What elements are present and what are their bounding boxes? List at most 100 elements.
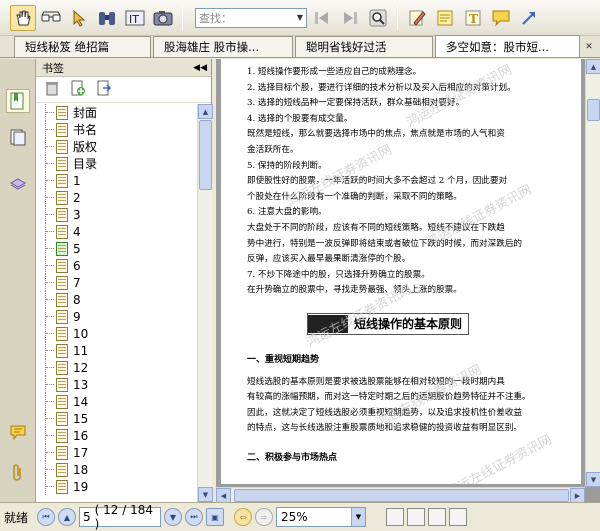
- scroll-up-icon[interactable]: ▲: [586, 59, 600, 74]
- bookmarks-scrollbar[interactable]: ▲ ▼: [197, 104, 213, 502]
- scroll-up-icon[interactable]: ▲: [198, 104, 213, 119]
- bookmark-item[interactable]: 目录: [36, 155, 198, 172]
- pencil-edit-icon[interactable]: [404, 5, 430, 31]
- scroll-down-icon[interactable]: ▼: [586, 472, 600, 487]
- history-back-icon[interactable]: ⇦: [234, 508, 252, 526]
- bookmark-item[interactable]: 17: [36, 444, 198, 461]
- tab-label: 多空如意：股市短...: [446, 39, 549, 54]
- facing-view-icon[interactable]: [428, 508, 446, 526]
- bookmark-item[interactable]: 1: [36, 172, 198, 189]
- tab-document-3[interactable]: 聪明省钱好过活: [295, 36, 433, 57]
- continuous-view-icon[interactable]: [407, 508, 425, 526]
- tree-line: [46, 384, 54, 385]
- find-magnifier-icon[interactable]: [365, 5, 391, 31]
- previous-page-icon[interactable]: ▲: [58, 508, 76, 526]
- text-box-icon[interactable]: T: [460, 5, 486, 31]
- bookmark-page-icon: [56, 411, 68, 426]
- bookmark-item[interactable]: 14: [36, 393, 198, 410]
- bookmark-item[interactable]: 9: [36, 308, 198, 325]
- bookmark-label: 13: [73, 377, 89, 392]
- document-vscrollbar[interactable]: ▲ ▼: [585, 59, 600, 487]
- scroll-down-icon[interactable]: ▼: [198, 487, 213, 502]
- tab-document-1[interactable]: 短线秘笈 绝招篇: [14, 36, 151, 57]
- body-text-line: 势中进行，特别是一波反弹即将结束或者破位下跌的时候，而对深跌后的: [247, 238, 523, 249]
- binoculars-icon[interactable]: [94, 5, 120, 31]
- delete-bookmark-icon[interactable]: [44, 80, 60, 99]
- page-action-icon[interactable]: ▣: [206, 508, 224, 526]
- bookmark-item[interactable]: 3: [36, 206, 198, 223]
- single-page-view-icon[interactable]: [386, 508, 404, 526]
- tree-line: [46, 282, 54, 283]
- bookmark-item[interactable]: 7: [36, 274, 198, 291]
- tree-line: [46, 350, 54, 351]
- scrollbar-thumb[interactable]: [234, 489, 569, 502]
- tree-line: [46, 418, 54, 419]
- next-page-icon[interactable]: ▼: [164, 508, 182, 526]
- bookmark-item[interactable]: 2: [36, 189, 198, 206]
- tree-line: [46, 231, 54, 232]
- body-text-line: 金活跃所在。: [247, 144, 299, 155]
- last-page-icon[interactable]: ⏭: [185, 508, 203, 526]
- snapshot-camera-icon[interactable]: [150, 5, 176, 31]
- tab-document-4-active[interactable]: 多空如意：股市短...: [435, 35, 580, 57]
- bookmark-item[interactable]: 8: [36, 291, 198, 308]
- nav-back-icon[interactable]: [309, 5, 335, 31]
- bookmark-page-icon: [56, 326, 68, 341]
- bookmark-item[interactable]: 封面: [36, 104, 198, 121]
- document-hscrollbar[interactable]: ◀ ▶: [216, 487, 585, 503]
- bookmark-item[interactable]: 6: [36, 257, 198, 274]
- bookmark-item[interactable]: 19: [36, 478, 198, 495]
- text-select-icon[interactable]: IT: [122, 5, 148, 31]
- status-bar: 就绪 ⏮ ▲ 5 ( 12 / 184 ) ▼ ⏭ ▣ ⇦ ⇨ 25% ▼: [0, 502, 600, 531]
- attachment-paperclip-icon[interactable]: [6, 461, 30, 485]
- zoom-select[interactable]: 25% ▼: [276, 507, 366, 527]
- add-bookmark-icon[interactable]: [70, 80, 86, 99]
- hand-tool-icon[interactable]: [10, 4, 36, 31]
- bookmarks-panel-title: 书签: [42, 61, 64, 75]
- select-arrow-icon[interactable]: [66, 5, 92, 31]
- bookmark-item[interactable]: 18: [36, 461, 198, 478]
- chevron-down-icon[interactable]: ▼: [294, 9, 306, 27]
- bookmark-item[interactable]: 12: [36, 359, 198, 376]
- bookmark-item[interactable]: 10: [36, 325, 198, 342]
- nav-forward-icon[interactable]: [337, 5, 363, 31]
- tab-document-2[interactable]: 股海雄庄 股市操...: [153, 36, 293, 57]
- bookmark-item[interactable]: 5: [36, 240, 198, 257]
- reading-glasses-icon[interactable]: [38, 5, 64, 31]
- bookmark-label: 19: [73, 479, 89, 494]
- bookmarks-panel-icon[interactable]: [6, 89, 30, 113]
- bookmark-item[interactable]: 11: [36, 342, 198, 359]
- zoom-value: 25%: [281, 510, 308, 524]
- bookmark-label: 12: [73, 360, 89, 375]
- scroll-right-icon[interactable]: ▶: [570, 488, 585, 503]
- bookmark-page-icon: [56, 394, 68, 409]
- scrollbar-thumb[interactable]: [199, 120, 212, 190]
- page-number-field[interactable]: 5 ( 12 / 184 ): [79, 503, 161, 531]
- comment-icon[interactable]: [488, 5, 514, 31]
- pages-panel-icon[interactable]: [6, 125, 30, 149]
- bookmark-label: 15: [73, 411, 89, 426]
- continuous-facing-view-icon[interactable]: [449, 508, 467, 526]
- scrollbar-thumb[interactable]: [587, 99, 600, 121]
- chevron-down-icon[interactable]: ▼: [351, 508, 365, 526]
- find-input[interactable]: 查找： ▼: [195, 7, 307, 28]
- bookmark-label: 1: [73, 173, 81, 188]
- tab-close-icon[interactable]: ✕: [582, 40, 596, 54]
- bookmark-item[interactable]: 16: [36, 427, 198, 444]
- bookmark-item[interactable]: 13: [36, 376, 198, 393]
- layers-panel-icon[interactable]: [6, 171, 30, 195]
- bookmark-label: 书名: [73, 123, 98, 137]
- bookmark-item[interactable]: 15: [36, 410, 198, 427]
- bookmark-item[interactable]: 4: [36, 223, 198, 240]
- highlight-note-icon[interactable]: [432, 5, 458, 31]
- collapse-panel-icon[interactable]: ◀◀: [193, 63, 207, 73]
- history-forward-icon[interactable]: ⇨: [255, 508, 273, 526]
- scroll-left-icon[interactable]: ◀: [216, 488, 231, 503]
- bookmark-page-icon: [56, 309, 68, 324]
- comments-panel-icon[interactable]: [6, 421, 30, 445]
- arrow-draw-icon[interactable]: [516, 5, 542, 31]
- first-page-icon[interactable]: ⏮: [37, 508, 55, 526]
- bookmark-item[interactable]: 版权: [36, 138, 198, 155]
- goto-bookmark-icon[interactable]: [96, 80, 112, 99]
- bookmark-item[interactable]: 书名: [36, 121, 198, 138]
